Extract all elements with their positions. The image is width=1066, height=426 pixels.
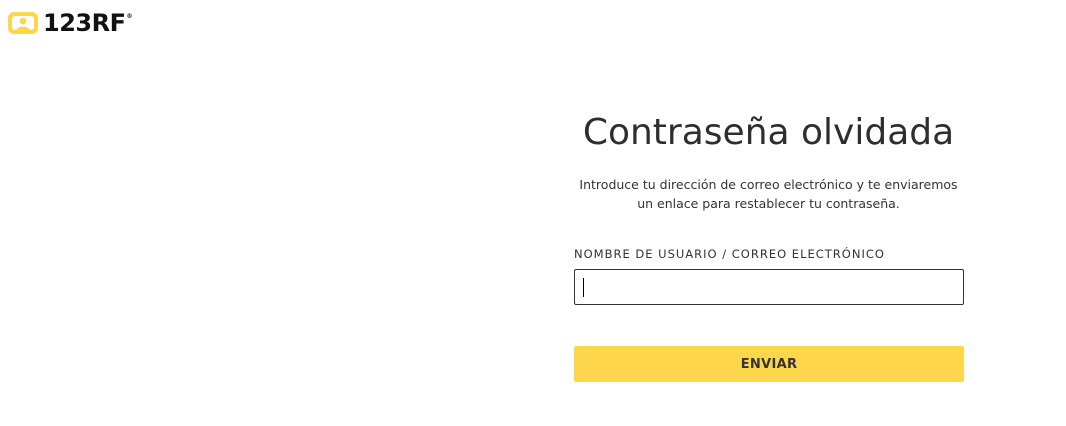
submit-button[interactable]: ENVIAR <box>574 346 964 382</box>
username-email-input[interactable] <box>574 269 964 305</box>
forgot-password-page: 123RF® Contraseña olvidada Introduce tu … <box>0 0 1066 426</box>
username-email-label: NOMBRE DE USUARIO / CORREO ELECTRÓNICO <box>574 247 885 261</box>
logo-wordmark: 123RF® <box>43 9 132 37</box>
page-title: Contraseña olvidada <box>582 112 955 153</box>
description-line-2: un enlace para restablecer tu contraseña… <box>637 196 900 211</box>
camera-person-icon <box>8 12 38 34</box>
text-cursor <box>583 278 584 297</box>
form-description: Introduce tu dirección de correo electró… <box>533 175 1004 213</box>
logo-link[interactable]: 123RF® <box>7 9 132 37</box>
trademark-symbol: ® <box>126 13 132 20</box>
description-line-1: Introduce tu dirección de correo electró… <box>579 177 958 192</box>
